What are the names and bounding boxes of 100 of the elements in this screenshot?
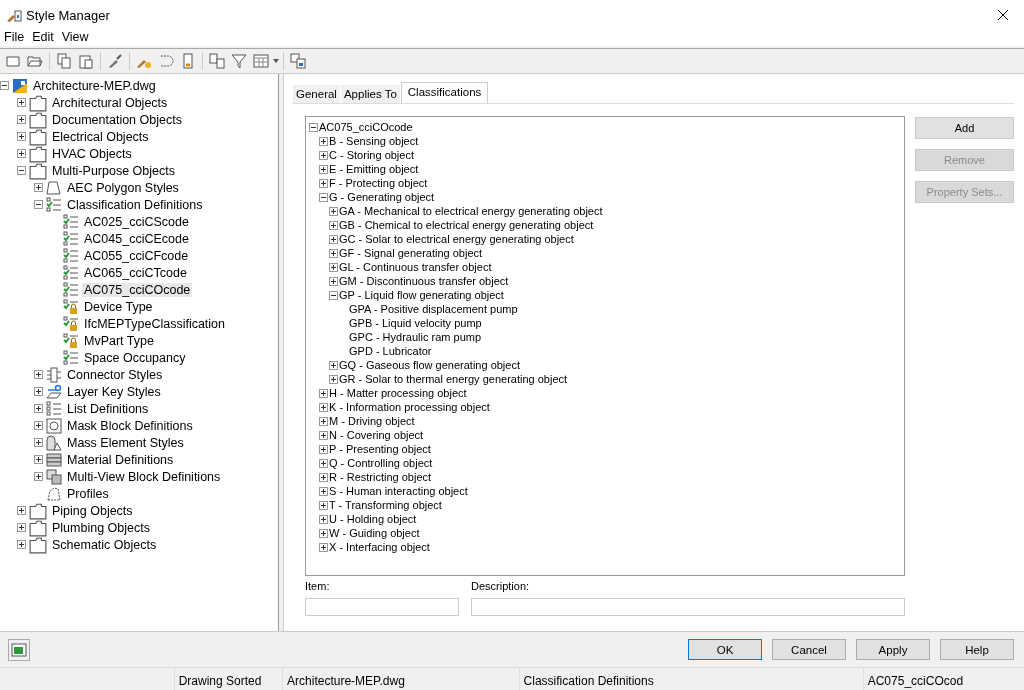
- text-field[interactable]: [305, 598, 459, 616]
- classification-item[interactable]: M - Driving object: [329, 415, 415, 427]
- tree-item[interactable]: Device Type: [82, 299, 155, 314]
- classification-item[interactable]: GB - Chemical to electrical energy generating object: [339, 219, 594, 231]
- window-switch-icon[interactable]: [288, 51, 308, 71]
- tree-item[interactable]: HVAC Objects: [50, 146, 134, 161]
- classification-item[interactable]: GPA - Positive displacement pump: [349, 303, 518, 315]
- expand-icon[interactable]: [329, 248, 338, 258]
- menu-item[interactable]: View: [57, 30, 93, 46]
- classification-item[interactable]: GM - Discontinuous transfer object: [339, 275, 509, 287]
- tree-item[interactable]: AEC Polygon Styles: [65, 180, 181, 195]
- tree-item[interactable]: Piping Objects: [50, 503, 135, 518]
- expand-icon[interactable]: [319, 178, 328, 188]
- tab[interactable]: General: [293, 85, 340, 103]
- expand-icon[interactable]: [17, 149, 26, 158]
- tree-item[interactable]: Layer Key Styles: [65, 384, 163, 399]
- classification-item[interactable]: Q - Controlling object: [329, 457, 433, 469]
- expand-icon[interactable]: [34, 438, 43, 447]
- collapse-icon[interactable]: [319, 192, 328, 202]
- tree-item[interactable]: Multi-View Block Definitions: [65, 469, 223, 484]
- tree-item[interactable]: Documentation Objects: [50, 112, 184, 127]
- expand-icon[interactable]: [319, 402, 328, 412]
- expand-icon[interactable]: [319, 542, 328, 552]
- tree-item[interactable]: AC045_cciCEcode: [82, 231, 191, 246]
- tree-item[interactable]: Schematic Objects: [50, 537, 159, 552]
- tree-item[interactable]: Mass Element Styles: [65, 435, 186, 450]
- classification-item[interactable]: W - Guiding object: [329, 527, 420, 539]
- tree-item[interactable]: Architecture-MEP.dwg: [31, 78, 158, 93]
- filter-icon[interactable]: [229, 51, 249, 71]
- classification-item[interactable]: S - Human interacting object: [329, 485, 468, 497]
- tree-item[interactable]: Architectural Objects: [50, 95, 170, 110]
- collapse-icon[interactable]: [34, 200, 43, 209]
- expand-icon[interactable]: [319, 472, 328, 482]
- tab[interactable]: Classifications: [400, 82, 489, 103]
- expand-icon[interactable]: [17, 540, 26, 549]
- collapse-icon[interactable]: [309, 122, 318, 132]
- expand-icon[interactable]: [319, 500, 328, 510]
- menu-item[interactable]: Edit: [28, 30, 58, 46]
- classification-item[interactable]: GL - Continuous transfer object: [339, 261, 492, 273]
- tree-item[interactable]: Mask Block Definitions: [65, 418, 195, 433]
- compare-icon[interactable]: [207, 51, 227, 71]
- tree-item[interactable]: AC025_cciCScode: [82, 214, 191, 229]
- dialog-button[interactable]: Help: [940, 639, 1014, 660]
- collapse-icon[interactable]: [329, 290, 338, 300]
- dialog-button[interactable]: Apply: [856, 639, 930, 660]
- collapse-icon[interactable]: [17, 166, 26, 175]
- tree-item[interactable]: Multi-Purpose Objects: [50, 163, 177, 178]
- classification-item[interactable]: GPB - Liquid velocity pump: [349, 317, 482, 329]
- tree-item[interactable]: Electrical Objects: [50, 129, 151, 144]
- window-icon[interactable]: [8, 638, 30, 661]
- expand-icon[interactable]: [319, 444, 328, 454]
- classification-item[interactable]: GQ - Gaseous flow generating object: [339, 359, 520, 371]
- expand-icon[interactable]: [319, 528, 328, 538]
- tree-item[interactable]: IfcMEPTypeClassification: [82, 316, 228, 331]
- classification-item[interactable]: GC - Solar to electrical energy generating object: [339, 233, 574, 245]
- table-view-icon[interactable]: [251, 51, 271, 71]
- tree-item[interactable]: Space Occupancy: [82, 350, 188, 365]
- collapse-icon[interactable]: [0, 81, 9, 90]
- tree-item[interactable]: AC055_cciCFcode: [82, 248, 191, 263]
- expand-icon[interactable]: [329, 220, 338, 230]
- expand-icon[interactable]: [17, 115, 26, 124]
- expand-icon[interactable]: [34, 472, 43, 481]
- expand-icon[interactable]: [319, 136, 328, 146]
- tree-item[interactable]: Plumbing Objects: [50, 520, 152, 535]
- classification-item[interactable]: GR - Solar to thermal energy generating object: [339, 373, 568, 385]
- expand-icon[interactable]: [329, 234, 338, 244]
- classification-item[interactable]: H - Matter processing object: [329, 387, 467, 399]
- classification-item[interactable]: R - Restricting object: [329, 471, 432, 483]
- expand-icon[interactable]: [17, 132, 26, 141]
- classification-item[interactable]: GF - Signal generating object: [339, 247, 483, 259]
- expand-icon[interactable]: [17, 506, 26, 515]
- expand-icon[interactable]: [319, 164, 328, 174]
- expand-icon[interactable]: [34, 404, 43, 413]
- tree-item[interactable]: Classification Definitions: [65, 197, 205, 212]
- expand-icon[interactable]: [329, 206, 338, 216]
- expand-icon[interactable]: [34, 183, 43, 192]
- text-field[interactable]: [471, 598, 905, 616]
- expand-icon[interactable]: [329, 360, 338, 370]
- copy-icon[interactable]: [54, 51, 74, 71]
- classification-item[interactable]: T - Transforming object: [329, 499, 442, 511]
- tree-item[interactable]: AC075_cciCOcode: [82, 282, 193, 297]
- classification-item[interactable]: U - Holding object: [329, 513, 417, 525]
- expand-icon[interactable]: [319, 388, 328, 398]
- expand-icon[interactable]: [34, 455, 43, 464]
- expand-icon[interactable]: [319, 416, 328, 426]
- expand-icon[interactable]: [319, 486, 328, 496]
- classification-item[interactable]: GP - Liquid flow generating object: [339, 289, 504, 301]
- classification-item[interactable]: B - Sensing object: [329, 135, 419, 147]
- dropdown-caret-icon[interactable]: [273, 59, 279, 63]
- menu-item[interactable]: File: [0, 30, 29, 46]
- tree-item[interactable]: List Definitions: [65, 401, 151, 416]
- classification-item[interactable]: AC075_cciCOcode: [319, 121, 413, 133]
- expand-icon[interactable]: [17, 523, 26, 532]
- expand-icon[interactable]: [319, 458, 328, 468]
- tree-item[interactable]: Connector Styles: [65, 367, 165, 382]
- dialog-button[interactable]: Cancel: [772, 639, 846, 660]
- expand-icon[interactable]: [319, 150, 328, 160]
- expand-icon[interactable]: [17, 98, 26, 107]
- expand-icon[interactable]: [319, 430, 328, 440]
- classification-item[interactable]: N - Covering object: [329, 429, 424, 441]
